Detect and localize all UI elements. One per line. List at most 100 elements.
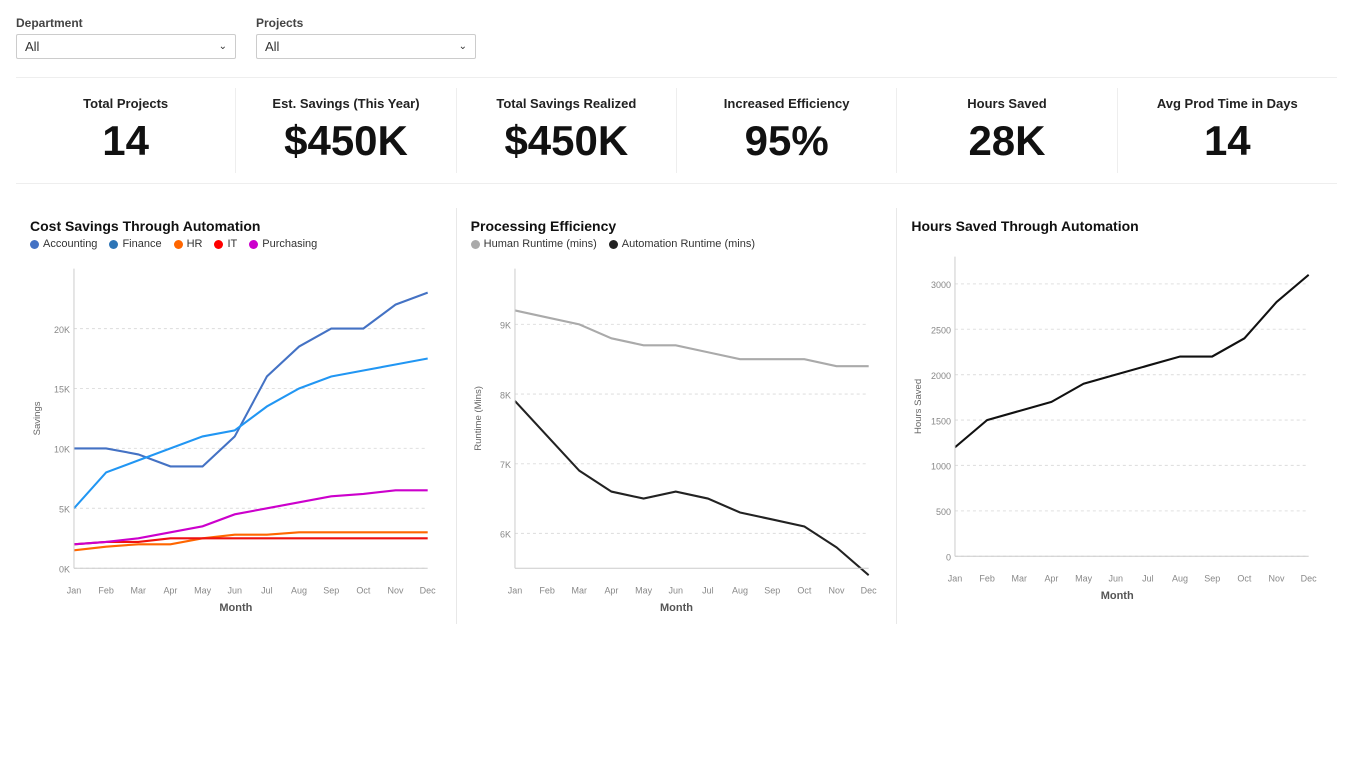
svg-text:1500: 1500 xyxy=(931,416,951,426)
svg-text:3000: 3000 xyxy=(931,280,951,290)
kpi-label-increased-efficiency: Increased Efficiency xyxy=(689,96,884,111)
cost-savings-svg: 0K5K10K15K20KSavingsJanFebMarAprMayJunJu… xyxy=(30,258,442,598)
kpi-value-increased-efficiency: 95% xyxy=(689,117,884,165)
svg-text:0K: 0K xyxy=(59,564,71,574)
legend-label: HR xyxy=(187,238,203,250)
svg-text:Sep: Sep xyxy=(323,586,339,596)
svg-text:Oct: Oct xyxy=(356,586,370,596)
kpi-value-hours-saved: 28K xyxy=(909,117,1104,165)
svg-text:Runtime (Mins): Runtime (Mins) xyxy=(473,386,483,451)
kpi-label-hours-saved: Hours Saved xyxy=(909,96,1104,111)
kpi-avg-prod-time: Avg Prod Time in Days 14 xyxy=(1118,88,1337,173)
hours-saved-panel: Hours Saved Through Automation 050010001… xyxy=(897,208,1337,624)
svg-text:6K: 6K xyxy=(500,529,512,539)
svg-text:7K: 7K xyxy=(500,460,512,470)
department-select[interactable]: All ⌄ xyxy=(16,34,236,59)
svg-text:2500: 2500 xyxy=(931,325,951,335)
legend-item-human-runtime-(mins): Human Runtime (mins) xyxy=(471,238,597,250)
department-chevron-icon: ⌄ xyxy=(219,41,227,52)
svg-text:Feb: Feb xyxy=(539,586,554,596)
cost-savings-x-label: Month xyxy=(30,602,442,614)
svg-text:Dec: Dec xyxy=(420,586,436,596)
svg-text:8K: 8K xyxy=(500,390,512,400)
kpi-hours-saved: Hours Saved 28K xyxy=(897,88,1117,173)
svg-text:May: May xyxy=(1075,574,1092,584)
svg-text:1000: 1000 xyxy=(931,461,951,471)
svg-text:9K: 9K xyxy=(500,320,512,330)
projects-chevron-icon: ⌄ xyxy=(459,41,467,52)
kpi-total-projects: Total Projects 14 xyxy=(16,88,236,173)
cost-savings-title: Cost Savings Through Automation xyxy=(30,218,442,234)
dashboard: Department All ⌄ Projects All ⌄ Total Pr… xyxy=(0,0,1353,778)
kpi-value-avg-prod-time: 14 xyxy=(1130,117,1325,165)
svg-text:15K: 15K xyxy=(54,384,71,394)
processing-legend: Human Runtime (mins) Automation Runtime … xyxy=(471,238,883,250)
svg-text:Jun: Jun xyxy=(668,586,682,596)
svg-text:Nov: Nov xyxy=(828,586,844,596)
svg-text:Feb: Feb xyxy=(980,574,995,584)
svg-text:5K: 5K xyxy=(59,504,71,514)
svg-text:Mar: Mar xyxy=(1012,574,1027,584)
svg-text:May: May xyxy=(635,586,652,596)
filters-row: Department All ⌄ Projects All ⌄ xyxy=(16,16,1337,59)
kpi-increased-efficiency: Increased Efficiency 95% xyxy=(677,88,897,173)
kpi-value-total-savings: $450K xyxy=(469,117,664,165)
svg-text:Jan: Jan xyxy=(67,586,81,596)
svg-text:20K: 20K xyxy=(54,325,71,335)
kpi-label-est-savings: Est. Savings (This Year) xyxy=(248,96,443,111)
kpi-est-savings: Est. Savings (This Year) $450K xyxy=(236,88,456,173)
svg-text:Mar: Mar xyxy=(131,586,146,596)
cost-savings-legend: Accounting Finance HR IT Purchasing xyxy=(30,238,442,250)
svg-text:Apr: Apr xyxy=(1045,574,1059,584)
svg-text:Jan: Jan xyxy=(948,574,962,584)
legend-label: Automation Runtime (mins) xyxy=(622,238,755,250)
hours-svg: 050010001500200025003000Hours SavedJanFe… xyxy=(911,246,1323,586)
kpi-label-avg-prod-time: Avg Prod Time in Days xyxy=(1130,96,1325,111)
kpi-label-total-savings: Total Savings Realized xyxy=(469,96,664,111)
legend-item-accounting: Accounting xyxy=(30,238,97,250)
kpi-value-total-projects: 14 xyxy=(28,117,223,165)
kpi-value-est-savings: $450K xyxy=(248,117,443,165)
svg-text:Jul: Jul xyxy=(702,586,713,596)
legend-dot xyxy=(214,240,223,249)
charts-row: Cost Savings Through Automation Accounti… xyxy=(16,208,1337,624)
legend-item-automation-runtime-(mins): Automation Runtime (mins) xyxy=(609,238,755,250)
svg-text:Aug: Aug xyxy=(732,586,748,596)
svg-text:Jun: Jun xyxy=(228,586,242,596)
hours-x-label: Month xyxy=(911,590,1323,602)
svg-text:Nov: Nov xyxy=(1269,574,1285,584)
projects-value: All xyxy=(265,39,279,54)
svg-text:Oct: Oct xyxy=(1238,574,1252,584)
svg-text:Jul: Jul xyxy=(261,586,272,596)
processing-x-label: Month xyxy=(471,602,883,614)
svg-text:Nov: Nov xyxy=(388,586,404,596)
svg-text:Apr: Apr xyxy=(604,586,618,596)
cost-savings-panel: Cost Savings Through Automation Accounti… xyxy=(16,208,457,624)
legend-label: Accounting xyxy=(43,238,97,250)
svg-text:Sep: Sep xyxy=(764,586,780,596)
legend-label: Human Runtime (mins) xyxy=(484,238,597,250)
projects-select[interactable]: All ⌄ xyxy=(256,34,476,59)
kpi-row: Total Projects 14Est. Savings (This Year… xyxy=(16,77,1337,184)
legend-item-purchasing: Purchasing xyxy=(249,238,317,250)
svg-text:500: 500 xyxy=(936,507,951,517)
svg-text:May: May xyxy=(194,586,211,596)
legend-label: Purchasing xyxy=(262,238,317,250)
svg-text:Dec: Dec xyxy=(860,586,876,596)
svg-text:10K: 10K xyxy=(54,444,71,454)
svg-text:Hours Saved: Hours Saved xyxy=(914,379,924,434)
legend-dot xyxy=(249,240,258,249)
department-value: All xyxy=(25,39,39,54)
projects-filter-group: Projects All ⌄ xyxy=(256,16,476,59)
svg-text:Jan: Jan xyxy=(507,586,521,596)
legend-dot xyxy=(471,240,480,249)
legend-item-hr: HR xyxy=(174,238,203,250)
legend-dot xyxy=(609,240,618,249)
department-filter-group: Department All ⌄ xyxy=(16,16,236,59)
legend-label: IT xyxy=(227,238,237,250)
svg-text:Dec: Dec xyxy=(1301,574,1317,584)
svg-text:Oct: Oct xyxy=(797,586,811,596)
kpi-label-total-projects: Total Projects xyxy=(28,96,223,111)
legend-label: Finance xyxy=(122,238,161,250)
department-label: Department xyxy=(16,16,236,30)
